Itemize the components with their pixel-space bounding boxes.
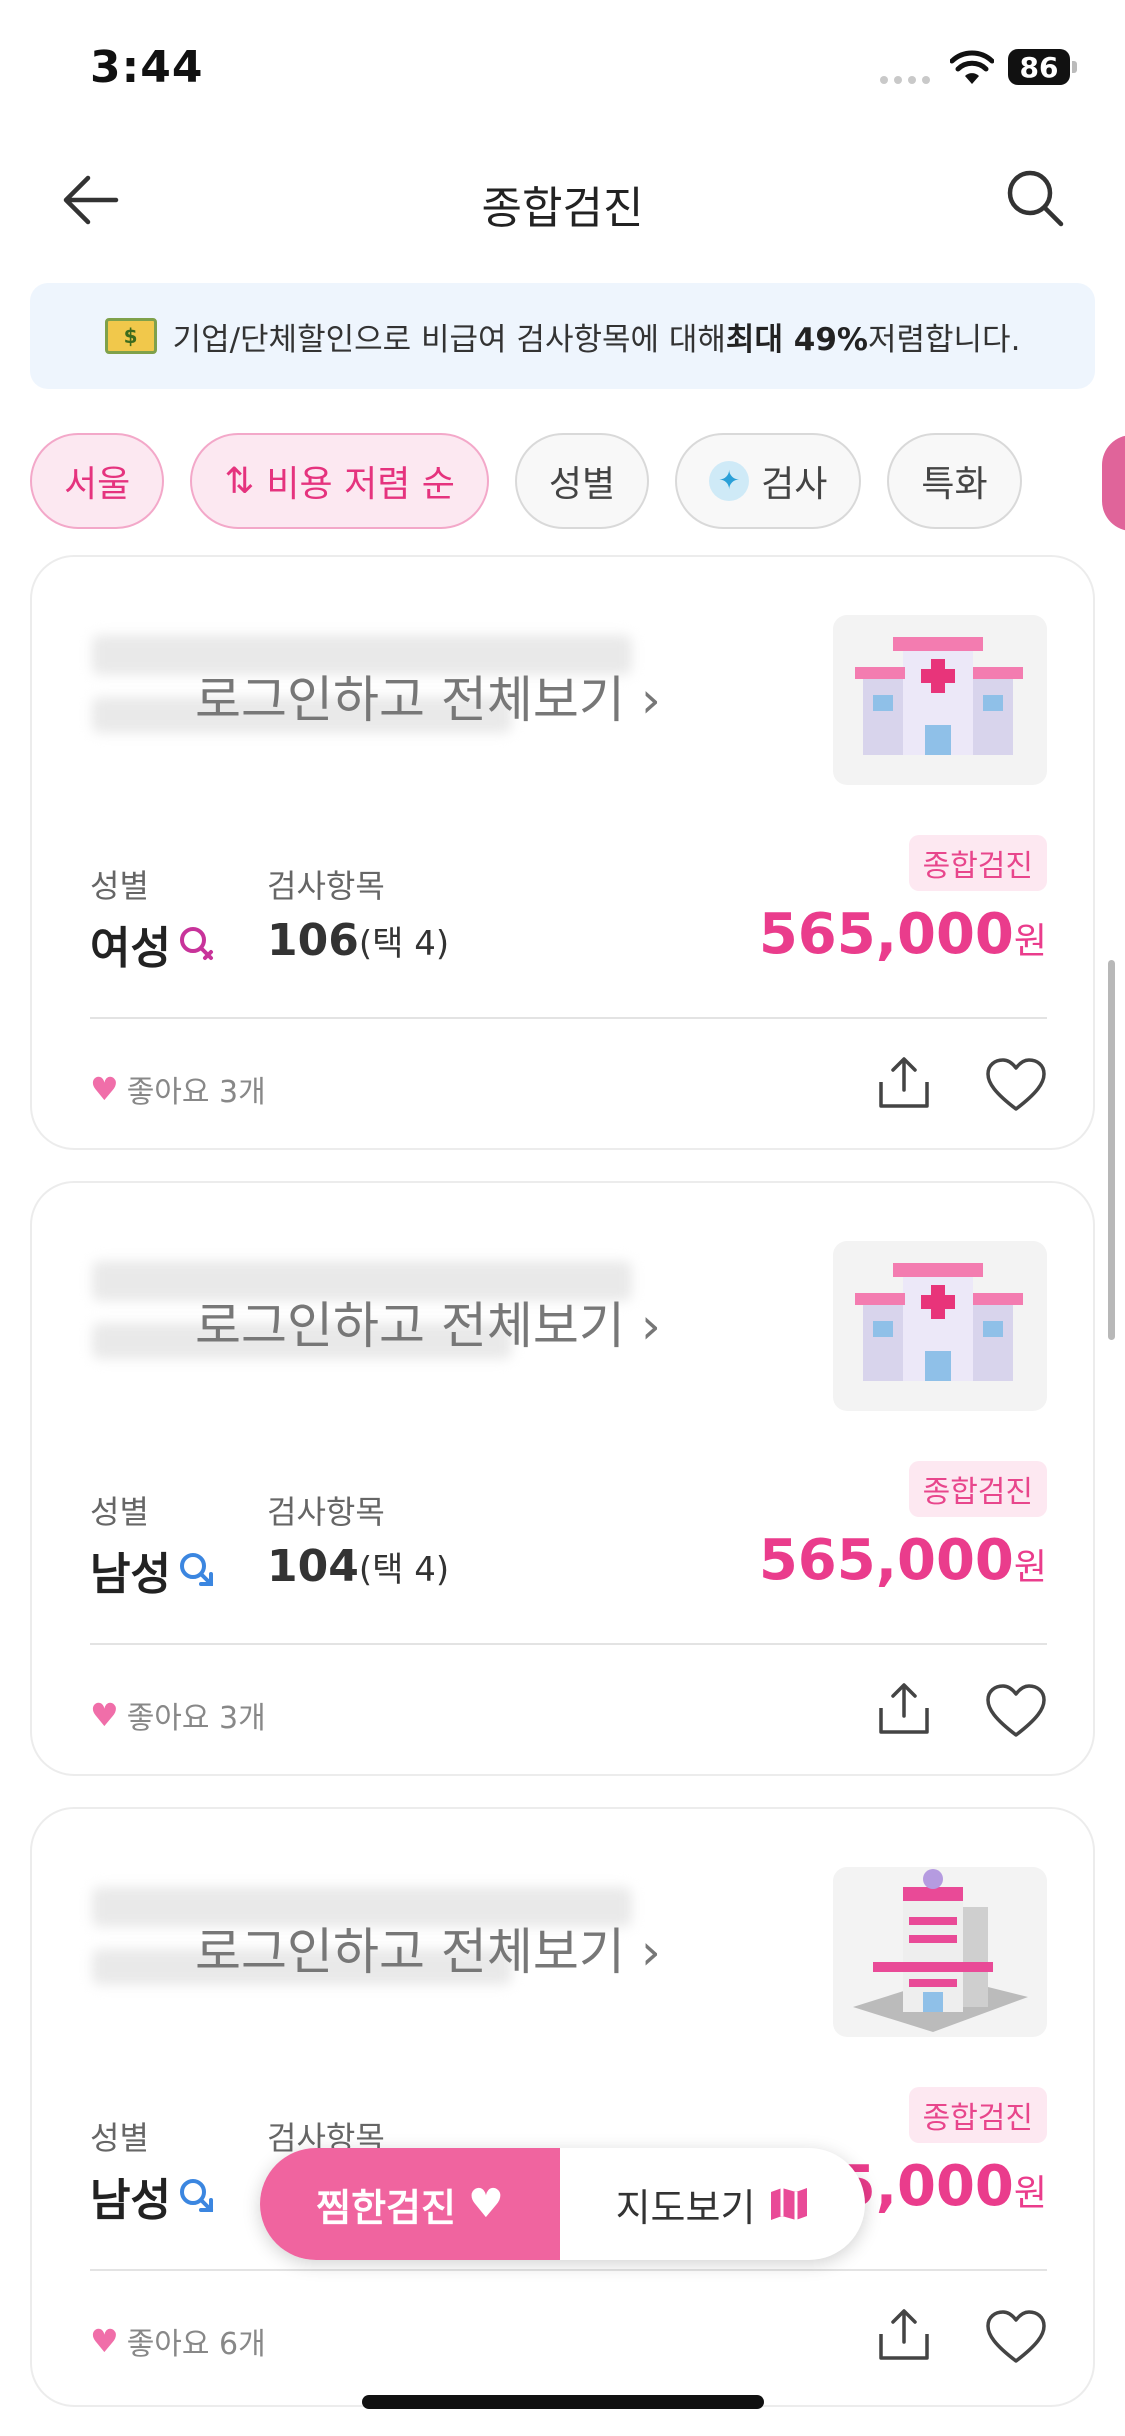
- share-icon[interactable]: [875, 1054, 933, 1112]
- checkup-card[interactable]: 로그인하고 전체보기 › 종합검진 성별 검사항목 남성 104(택 4) 56…: [30, 1181, 1095, 1776]
- hospital-building-icon: [833, 615, 1047, 785]
- items-label: 검사항목: [267, 867, 385, 905]
- heart-outline-icon[interactable]: [985, 1057, 1047, 1113]
- chip-region-label: 서울: [64, 464, 131, 505]
- female-search-icon: [179, 927, 213, 960]
- chevron-right-icon: ›: [640, 1297, 661, 1355]
- chip-gender[interactable]: 성별: [514, 433, 650, 529]
- gender-label: 성별: [90, 867, 149, 905]
- gender-label: 성별: [90, 2119, 149, 2157]
- gender-label: 성별: [90, 1493, 149, 1531]
- favorites-button[interactable]: 찜한검진 ♥: [260, 2148, 560, 2260]
- price-value: 565,000: [758, 1528, 1014, 1593]
- currency: 원: [1013, 2173, 1047, 2214]
- heart-small-icon: ♥: [90, 1070, 119, 1108]
- gender-text: 남성: [90, 2175, 171, 2226]
- share-icon[interactable]: [875, 1680, 933, 1738]
- male-search-icon: [179, 1553, 213, 1586]
- hospital-tower-icon: [833, 1867, 1047, 2037]
- likes-text: 좋아요 3개: [126, 1075, 266, 1110]
- chip-sort-label: 비용 저렴 순: [266, 464, 455, 505]
- currency: 원: [1013, 1547, 1047, 1588]
- likes-count: ♥ 좋아요 3개: [90, 1693, 266, 1737]
- gender-value: 남성: [90, 1538, 217, 1602]
- chip-special-label: 특화: [921, 464, 988, 505]
- items-label: 검사항목: [267, 1493, 385, 1531]
- status-time: 3:44: [90, 42, 204, 93]
- login-view-all-link[interactable]: 로그인하고 전체보기 ›: [195, 1286, 661, 1358]
- items-count-number: 106: [267, 915, 359, 966]
- login-link-label: 로그인하고 전체보기: [195, 1297, 625, 1355]
- map-view-button[interactable]: 지도보기: [560, 2148, 865, 2260]
- items-choice: (택 4): [358, 924, 450, 964]
- page-title: 종합검진: [481, 183, 644, 234]
- login-link-label: 로그인하고 전체보기: [195, 671, 625, 729]
- person-icon: ✦: [709, 461, 750, 501]
- share-icon[interactable]: [875, 2306, 933, 2364]
- map-icon: [771, 2188, 808, 2220]
- battery-icon: 86: [1008, 49, 1070, 85]
- chip-special[interactable]: 특화: [887, 433, 1022, 529]
- battery-cap: [1072, 61, 1077, 73]
- banner-text-prefix: 기업/단체할인으로 비급여 검사항목에 대해: [172, 321, 726, 358]
- divider: [90, 1643, 1047, 1645]
- items-count-number: 104: [267, 1541, 359, 1592]
- items-choice: (택 4): [358, 1550, 450, 1590]
- category-tag: 종합검진: [908, 835, 1047, 891]
- items-count: 106(택 4): [267, 915, 449, 966]
- banner-text-suffix: 저렴합니다.: [867, 321, 1021, 358]
- heart-small-icon: ♥: [90, 2322, 119, 2360]
- login-view-all-link[interactable]: 로그인하고 전체보기 ›: [195, 1912, 661, 1984]
- heart-small-icon: ♥: [90, 1696, 119, 1734]
- price: 5,000원: [837, 2154, 1047, 2219]
- favorites-label: 찜한검진: [316, 2185, 456, 2230]
- likes-text: 좋아요 6개: [126, 2327, 266, 2362]
- price: 565,000원: [759, 902, 1047, 967]
- money-icon: $: [104, 318, 157, 354]
- filter-chips: 서울 ⇅ 비용 저렴 순 성별 ✦ 검사 특화: [30, 433, 1022, 533]
- home-indicator[interactable]: [362, 2395, 764, 2409]
- wifi-icon: [950, 50, 994, 84]
- discount-banner[interactable]: $ 기업/단체할인으로 비급여 검사항목에 대해 최대 49% 저렴합니다.: [30, 283, 1095, 389]
- chip-region[interactable]: 서울: [30, 433, 165, 529]
- gender-text: 여성: [90, 923, 171, 974]
- category-tag: 종합검진: [908, 2087, 1047, 2143]
- checkup-card[interactable]: 로그인하고 전체보기 › 종합검진 성별 검사항목 남성 5,000원 ♥ 좋아…: [30, 1807, 1095, 2407]
- hospital-building-icon: [833, 1241, 1047, 1411]
- divider: [90, 1017, 1047, 1019]
- login-view-all-link[interactable]: 로그인하고 전체보기 ›: [195, 660, 661, 732]
- male-search-icon: [179, 2179, 213, 2212]
- sort-icon: ⇅: [224, 460, 255, 502]
- checkup-card[interactable]: 로그인하고 전체보기 › 종합검진 성별 검사항목 여성 106(택 4) 56…: [30, 555, 1095, 1150]
- scrollbar[interactable]: [1108, 960, 1115, 1340]
- chip-sort[interactable]: ⇅ 비용 저렴 순: [190, 433, 489, 529]
- chip-more[interactable]: [1102, 435, 1125, 531]
- likes-count: ♥ 좋아요 3개: [90, 1067, 266, 1111]
- login-link-label: 로그인하고 전체보기: [195, 1923, 625, 1981]
- heart-outline-icon[interactable]: [985, 1683, 1047, 1739]
- floating-action-bar: 찜한검진 ♥ 지도보기: [260, 2148, 865, 2260]
- heart-icon: ♥: [467, 2181, 504, 2227]
- chip-gender-label: 성별: [548, 464, 616, 505]
- gender-text: 남성: [90, 1549, 171, 1600]
- heart-outline-icon[interactable]: [985, 2309, 1047, 2365]
- items-count: 104(택 4): [267, 1541, 449, 1592]
- chevron-right-icon: ›: [640, 1923, 661, 1981]
- currency: 원: [1013, 921, 1047, 962]
- likes-count: ♥ 좋아요 6개: [90, 2319, 266, 2363]
- search-icon[interactable]: [1003, 166, 1067, 230]
- chip-exam[interactable]: ✦ 검사: [675, 433, 862, 529]
- banner-text-highlight: 최대 49%: [725, 321, 868, 358]
- divider: [90, 2269, 1047, 2271]
- signal-dots-icon: [880, 76, 936, 84]
- gender-value: 남성: [90, 2164, 217, 2228]
- category-tag: 종합검진: [908, 1461, 1047, 1517]
- price-value: 565,000: [758, 902, 1014, 967]
- price: 565,000원: [759, 1528, 1047, 1593]
- chevron-right-icon: ›: [640, 671, 661, 729]
- gender-value: 여성: [90, 912, 217, 976]
- chip-exam-label: 검사: [761, 464, 828, 505]
- map-label: 지도보기: [615, 2185, 756, 2230]
- likes-text: 좋아요 3개: [126, 1701, 266, 1736]
